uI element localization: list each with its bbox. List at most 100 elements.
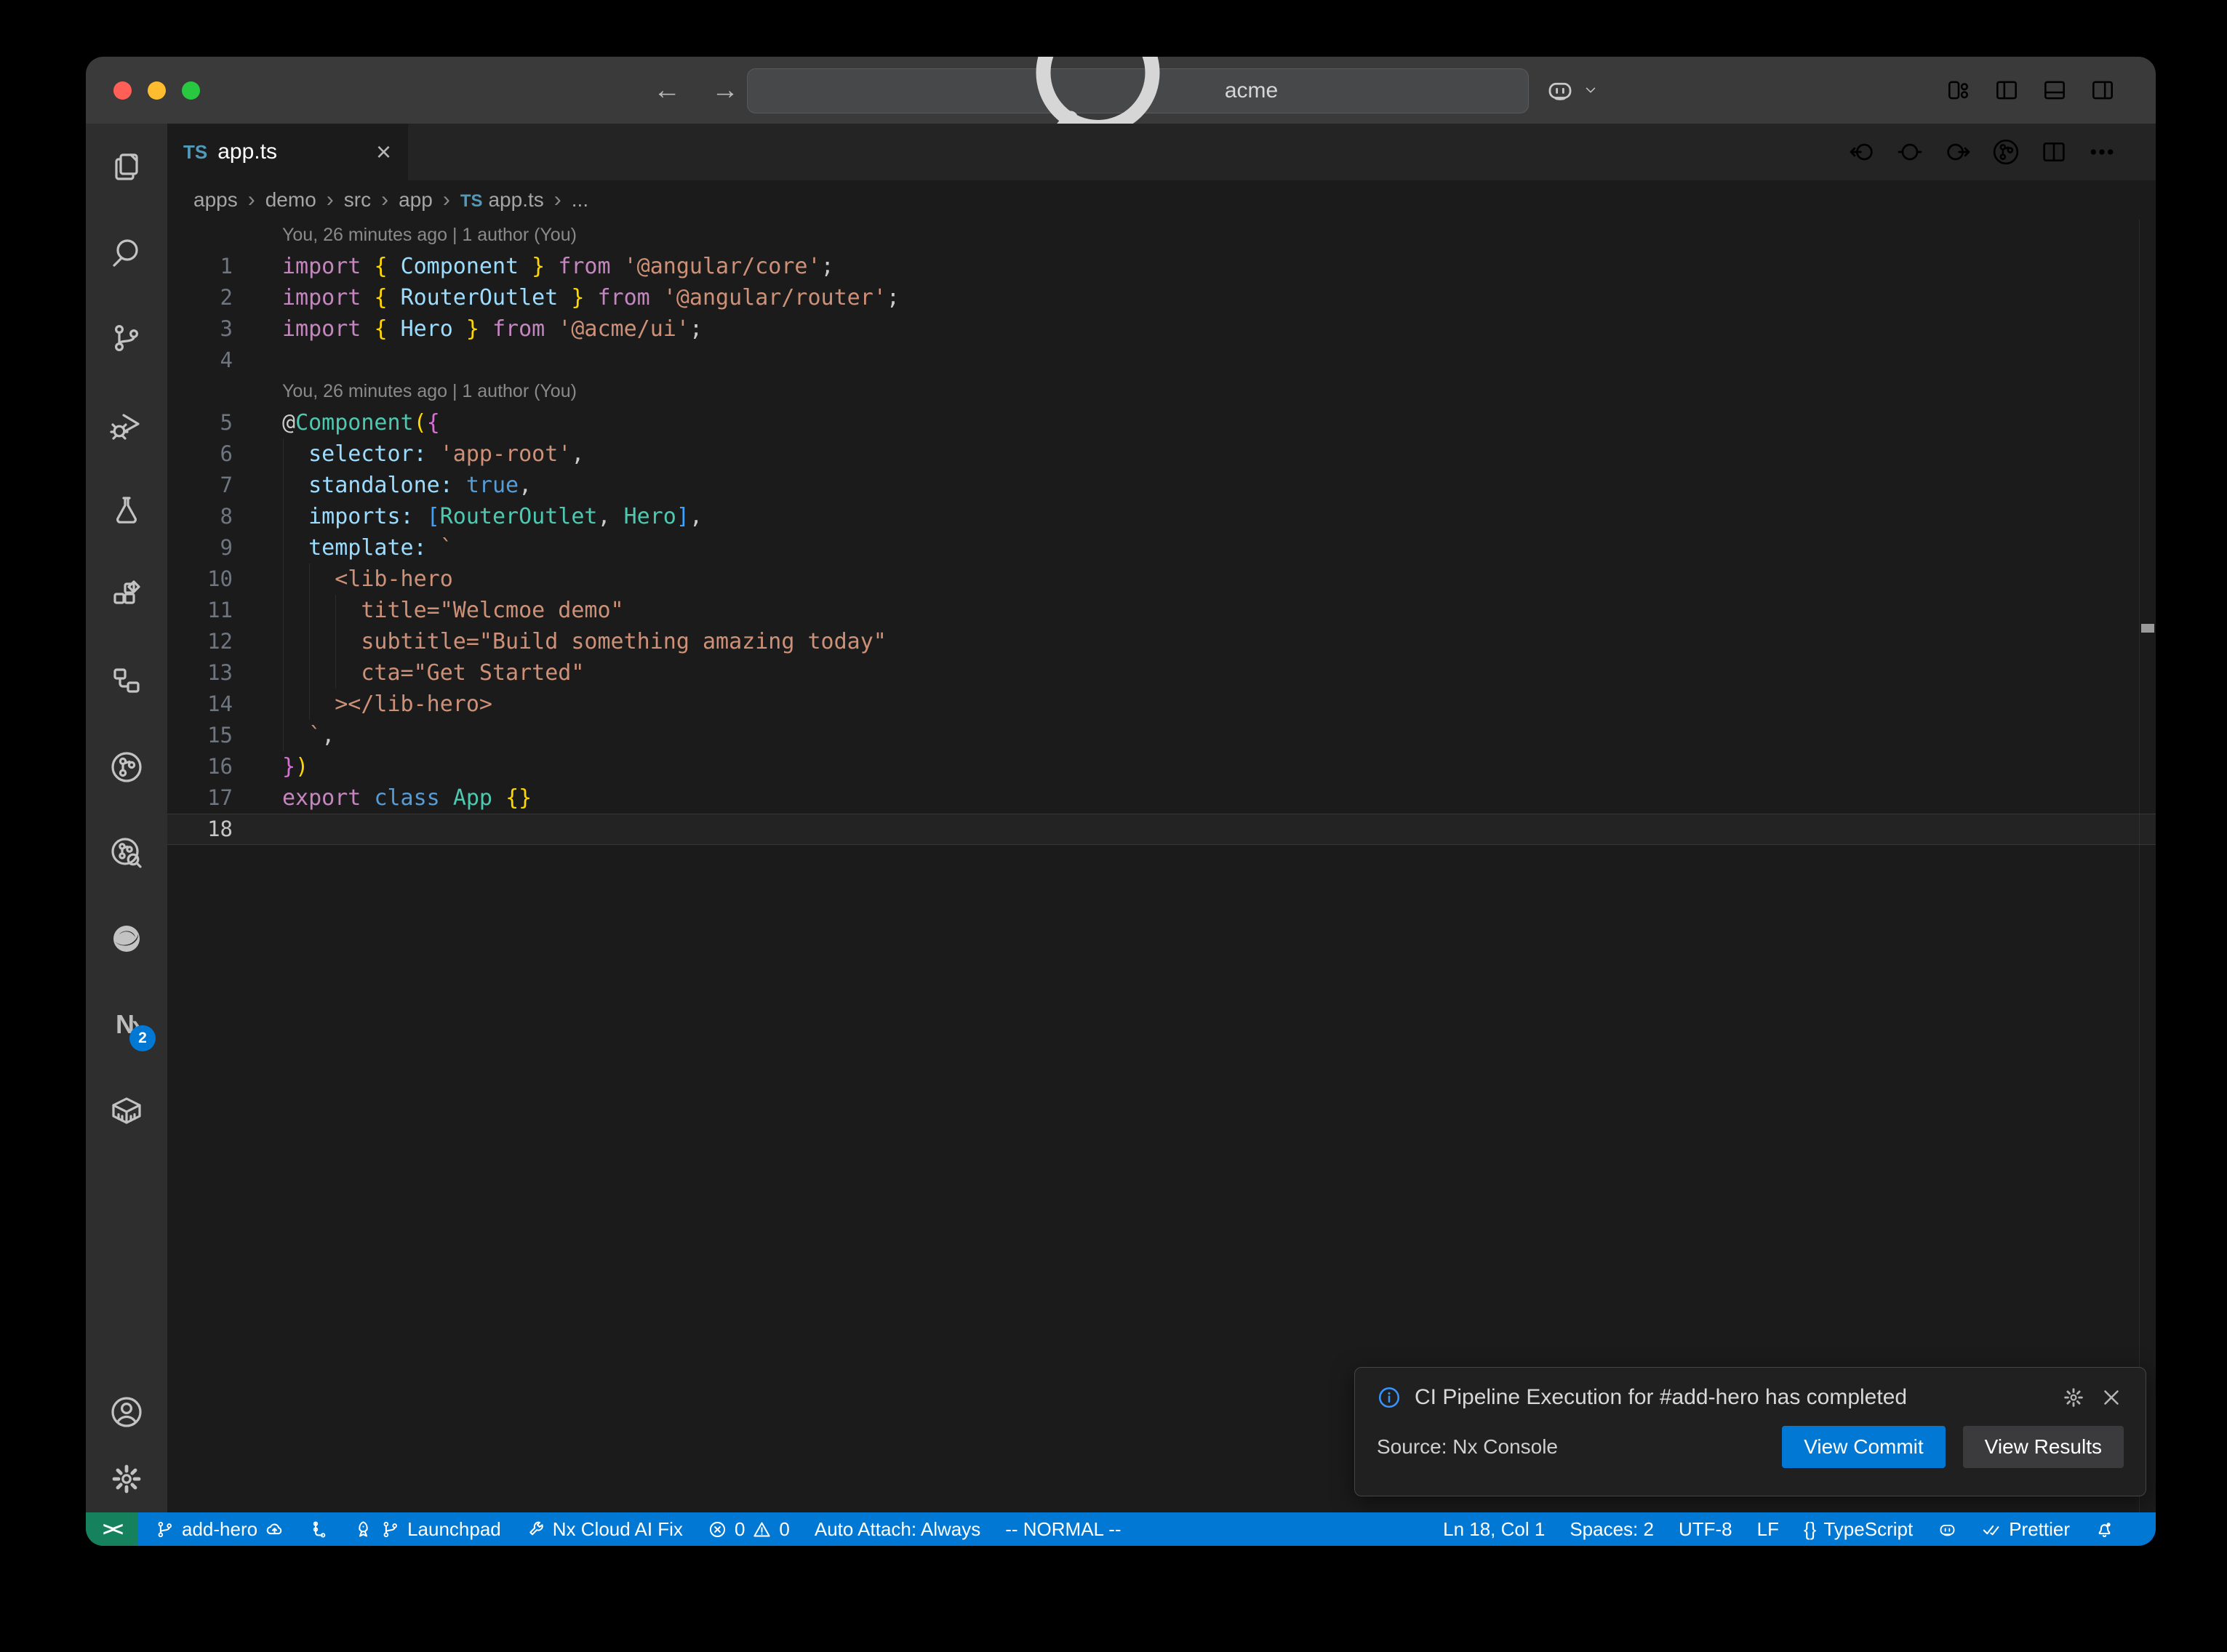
code-line-8[interactable]: 8 imports: [RouterOutlet, Hero], bbox=[167, 501, 2156, 532]
status-item-nx-cloud-ai-fix[interactable]: Nx Cloud AI Fix bbox=[513, 1512, 695, 1546]
status-item-launchpad[interactable]: Launchpad bbox=[341, 1512, 513, 1546]
status-item-encoding[interactable]: UTF-8 bbox=[1666, 1512, 1745, 1546]
status-item-branch-add-hero[interactable]: add-hero bbox=[143, 1512, 297, 1546]
zoom-window-button[interactable] bbox=[182, 81, 200, 100]
status-item-problems[interactable]: 00 bbox=[695, 1512, 802, 1546]
breadcrumb-item[interactable]: demo bbox=[265, 188, 316, 212]
activity-item-search[interactable] bbox=[86, 209, 167, 295]
status-item-indentation[interactable]: Spaces: 2 bbox=[1557, 1512, 1666, 1546]
status-item-vim-mode[interactable]: -- NORMAL -- bbox=[993, 1512, 1133, 1546]
nav-forward-icon[interactable] bbox=[1943, 137, 1972, 167]
code-line-3[interactable]: 3import { Hero } from '@acme/ui'; bbox=[167, 313, 2156, 345]
code-line-4[interactable]: 4 bbox=[167, 345, 2156, 376]
vscode-window: ← → acme N›2 bbox=[86, 57, 2156, 1546]
close-tab-icon[interactable]: × bbox=[376, 139, 391, 165]
chevron-down-icon[interactable] bbox=[1583, 82, 1599, 98]
status-item-copilot[interactable] bbox=[1925, 1512, 1970, 1546]
view-commit-button[interactable]: View Commit bbox=[1782, 1426, 1945, 1468]
code-line-2[interactable]: 2import { RouterOutlet } from '@angular/… bbox=[167, 282, 2156, 313]
code-line-6[interactable]: 6 selector: 'app-root', bbox=[167, 438, 2156, 470]
activity-item-explorer[interactable] bbox=[86, 124, 167, 209]
remote-indicator[interactable]: >< bbox=[86, 1512, 138, 1546]
more-actions-icon[interactable] bbox=[2087, 137, 2116, 167]
breadcrumb-item[interactable]: src bbox=[344, 188, 371, 212]
toggle-secondary-sidebar-icon[interactable] bbox=[2089, 76, 2116, 104]
status-item-label: Auto Attach: Always bbox=[815, 1518, 980, 1541]
code-line-14[interactable]: 14 ></lib-hero> bbox=[167, 689, 2156, 720]
code-line-12[interactable]: 12 subtitle="Build something amazing tod… bbox=[167, 626, 2156, 657]
status-item-label: Prettier bbox=[2009, 1518, 2070, 1541]
breadcrumb-item[interactable]: TSapp.ts bbox=[460, 188, 544, 212]
command-center-search[interactable]: acme bbox=[747, 68, 1529, 113]
code-line-10[interactable]: 10 <lib-hero bbox=[167, 564, 2156, 595]
nav-position-icon[interactable] bbox=[1895, 137, 1924, 167]
code-line-15[interactable]: 15 `, bbox=[167, 720, 2156, 751]
code-line-13[interactable]: 13 cta="Get Started" bbox=[167, 657, 2156, 689]
tab-app-ts[interactable]: TS app.ts × bbox=[167, 124, 408, 180]
status-item-cursor-position[interactable]: Ln 18, Col 1 bbox=[1431, 1512, 1557, 1546]
ruler-change-mark bbox=[2141, 624, 2154, 633]
breadcrumb: apps›demo›src›app›TSapp.ts›... bbox=[167, 180, 2156, 220]
activity-item-run-debug[interactable] bbox=[86, 381, 167, 467]
breadcrumb-separator: › bbox=[248, 188, 255, 212]
overview-ruler[interactable] bbox=[2139, 220, 2156, 1512]
status-item-label: Launchpad bbox=[407, 1518, 501, 1541]
activity-item-nx-console[interactable]: N›2 bbox=[86, 982, 167, 1067]
code-line-content: imports: [RouterOutlet, Hero], bbox=[282, 501, 703, 532]
toggle-primary-sidebar-icon[interactable] bbox=[1993, 76, 2020, 104]
project-structure-icon bbox=[109, 664, 144, 699]
activity-item-testing[interactable] bbox=[86, 467, 167, 553]
activity-item-project-structure[interactable] bbox=[86, 638, 167, 724]
activity-item-source-control[interactable] bbox=[86, 295, 167, 381]
close-window-button[interactable] bbox=[113, 81, 132, 100]
status-item-language-mode[interactable]: {}TypeScript bbox=[1791, 1512, 1925, 1546]
status-item-git-graph[interactable] bbox=[297, 1512, 341, 1546]
status-item-eol[interactable]: LF bbox=[1745, 1512, 1791, 1546]
breadcrumb-item[interactable]: app bbox=[399, 188, 433, 212]
status-bar: >< add-hero Launchpad Nx Cloud AI Fix00 Aut… bbox=[86, 1512, 2156, 1546]
notification-settings-icon[interactable] bbox=[2061, 1385, 2086, 1410]
code-editor[interactable]: You, 26 minutes ago | 1 author (You) 1imp… bbox=[167, 220, 2156, 1512]
code-line-content: export class App {} bbox=[282, 782, 532, 814]
activity-bar: N›2 bbox=[86, 124, 167, 1512]
code-line-1[interactable]: 1import { Component } from '@angular/cor… bbox=[167, 251, 2156, 282]
history-forward-icon[interactable]: → bbox=[711, 75, 739, 106]
status-item-notifications-bell[interactable] bbox=[2082, 1512, 2127, 1546]
activity-item-project-graph[interactable] bbox=[86, 724, 167, 810]
activity-item-accounts[interactable] bbox=[86, 1379, 167, 1446]
code-line-11[interactable]: 11 title="Welcmoe demo" bbox=[167, 595, 2156, 626]
graph-search-icon bbox=[109, 835, 144, 870]
line-number: 6 bbox=[167, 438, 233, 470]
code-line-5[interactable]: 5@Component({ bbox=[167, 407, 2156, 438]
project-graph-action-icon[interactable] bbox=[1991, 137, 2020, 167]
activity-item-settings[interactable] bbox=[86, 1446, 167, 1512]
code-line-16[interactable]: 16}) bbox=[167, 751, 2156, 782]
copilot-icon[interactable] bbox=[1545, 75, 1575, 105]
history-back-icon[interactable]: ← bbox=[653, 75, 681, 106]
git-blame-annotation: You, 26 minutes ago | 1 author (You) bbox=[167, 376, 2156, 407]
customize-layout-icon[interactable] bbox=[1945, 76, 1972, 104]
status-item-label: {} bbox=[1804, 1518, 1816, 1541]
breadcrumb-item[interactable]: apps bbox=[193, 188, 238, 212]
status-item-formatter-prettier[interactable]: Prettier bbox=[1970, 1512, 2082, 1546]
toggle-panel-icon[interactable] bbox=[2041, 76, 2068, 104]
code-line-7[interactable]: 7 standalone: true, bbox=[167, 470, 2156, 501]
activity-item-graph-search[interactable] bbox=[86, 810, 167, 896]
code-line-17[interactable]: 17export class App {} bbox=[167, 782, 2156, 814]
status-item-label: add-hero bbox=[182, 1518, 257, 1541]
activity-item-edge-tools[interactable] bbox=[86, 896, 167, 982]
code-line-9[interactable]: 9 template: ` bbox=[167, 532, 2156, 564]
status-item-label: UTF-8 bbox=[1679, 1518, 1732, 1541]
view-results-button[interactable]: View Results bbox=[1963, 1426, 2124, 1468]
nav-back-icon[interactable] bbox=[1847, 137, 1876, 167]
status-item-auto-attach[interactable]: Auto Attach: Always bbox=[802, 1512, 993, 1546]
split-editor-icon[interactable] bbox=[2039, 137, 2068, 167]
activity-item-containers[interactable] bbox=[86, 1067, 167, 1153]
minimize-window-button[interactable] bbox=[148, 81, 166, 100]
activity-item-extensions[interactable] bbox=[86, 553, 167, 638]
line-number: 2 bbox=[167, 282, 233, 313]
branch-icon bbox=[380, 1520, 400, 1539]
code-line-18[interactable]: 18 bbox=[167, 814, 2156, 845]
notification-close-icon[interactable] bbox=[2099, 1385, 2124, 1410]
breadcrumb-item[interactable]: ... bbox=[572, 188, 588, 212]
